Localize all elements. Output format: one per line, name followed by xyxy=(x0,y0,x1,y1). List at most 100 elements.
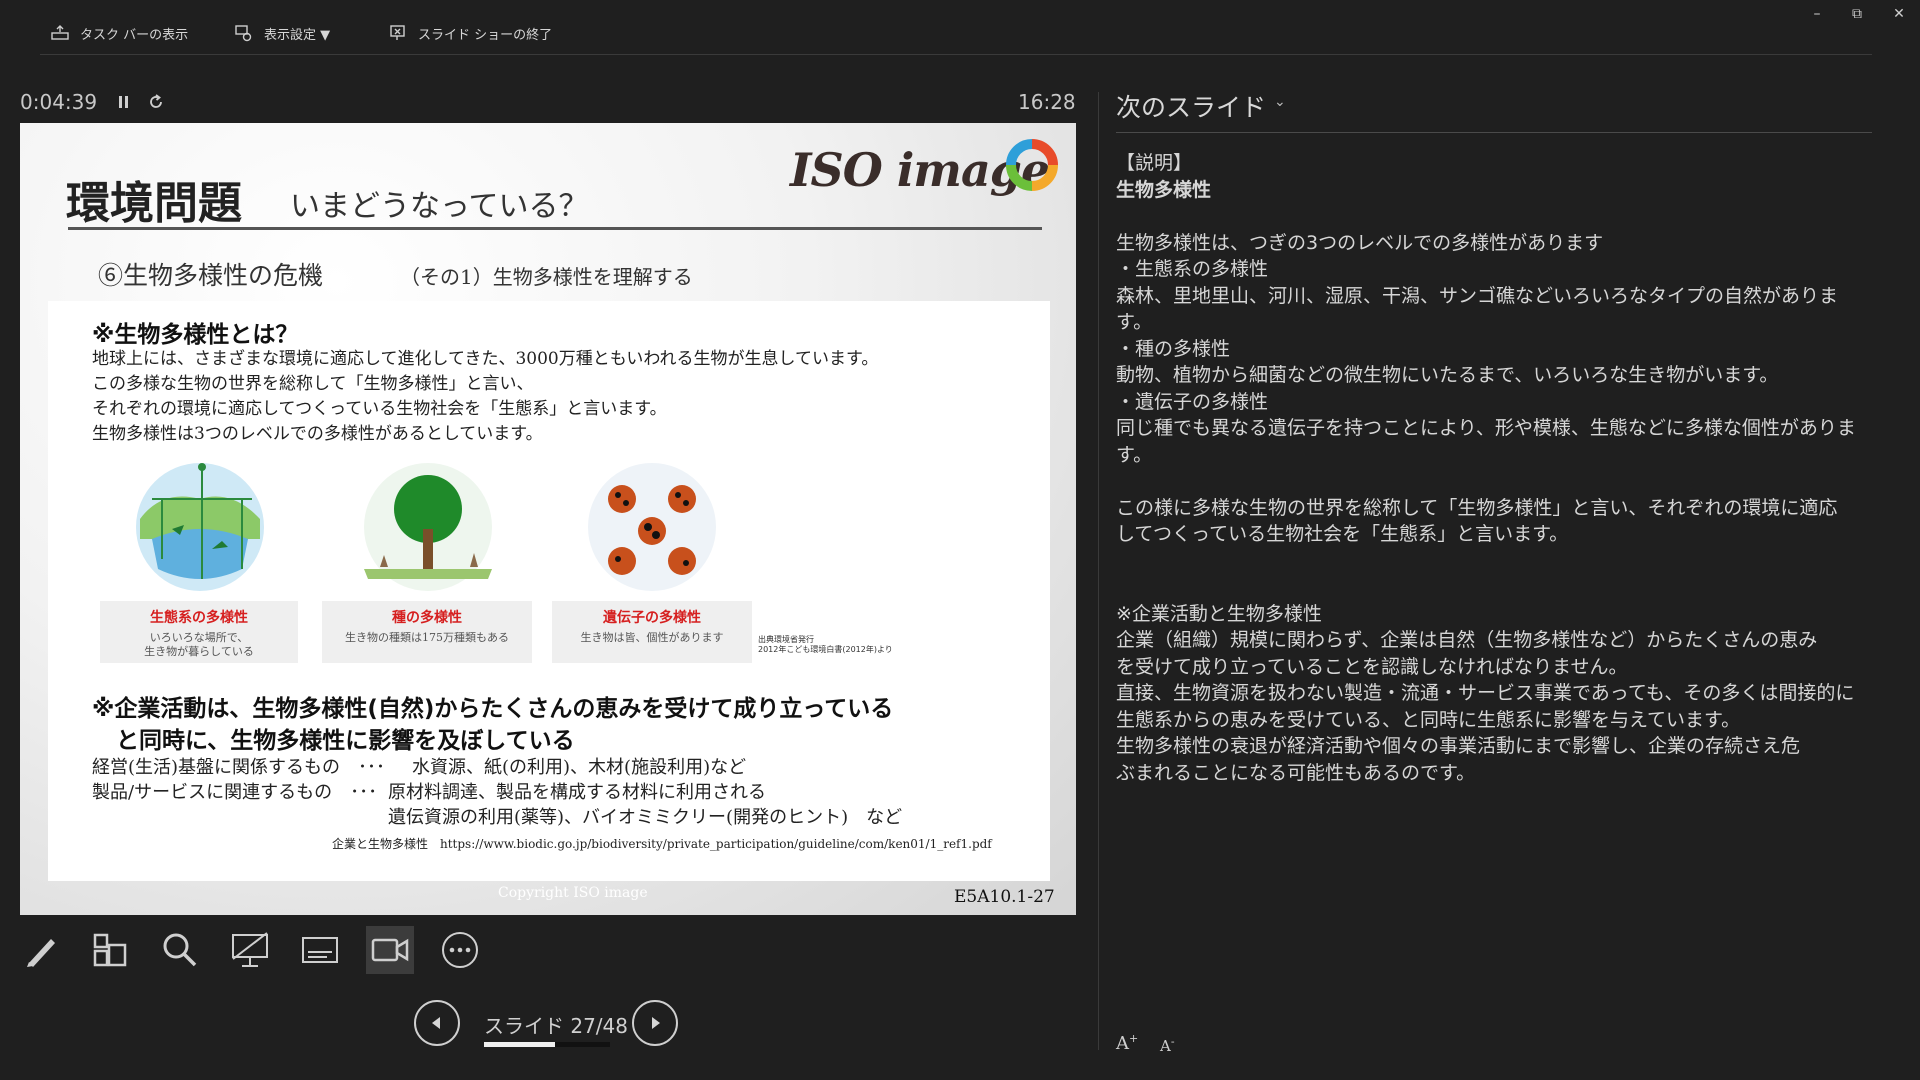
pause-icon[interactable] xyxy=(114,92,134,112)
zoom-button[interactable] xyxy=(156,926,204,974)
notes-line: 同じ種でも異なる遺伝子を持つことにより、形や模様、生態などに多様な個性がありま xyxy=(1116,417,1856,439)
biodiversity-heading: ※生物多様性とは？ xyxy=(92,322,299,348)
notes-line: ※企業活動と生物多様性 xyxy=(1116,602,1322,625)
notes-line: を受けて成り立っていることを認識しなければなりません。 xyxy=(1116,655,1628,678)
display-settings-label: 表示設定 ▼ xyxy=(264,27,331,43)
show-taskbar-label: タスク バーの表示 xyxy=(80,27,189,43)
subtitles-icon xyxy=(302,937,338,963)
slide-title: 環境問題 xyxy=(66,178,242,229)
corporate-heading-line: ※企業活動は、生物多様性(自然)からたくさんの恵みを受けて成り立っている xyxy=(92,696,894,722)
list-value: 水資源、紙(の利用)、木材(施設利用)など xyxy=(412,757,747,778)
more-options-button[interactable] xyxy=(436,926,484,974)
prev-icon xyxy=(432,1017,440,1029)
next-slide-header[interactable]: 次のスライド xyxy=(1116,88,1266,124)
black-screen-button[interactable] xyxy=(226,926,274,974)
next-icon xyxy=(652,1017,660,1029)
source-note-line: 2012年こども環境白書(2012年)より xyxy=(758,645,893,654)
increase-font-button[interactable]: A+ xyxy=(1116,1032,1138,1054)
notes-line: 直接、生物資源を扱わない製造・流通・サービス事業であっても、その多くは間接的に xyxy=(1116,682,1855,704)
copyright: Copyright ISO image xyxy=(498,885,648,901)
gene-caption: 遺伝子の多様性 生き物は皆、個性があります xyxy=(552,601,752,663)
slide-section-title: ⑥生物多様性の危機 xyxy=(98,261,324,290)
notes-line: 森林、里地里山、河川、湿原、干潟、サンゴ礁などいろいろなタイプの自然があります。 xyxy=(1116,284,1839,334)
caption-title: 遺伝子の多様性 xyxy=(603,610,701,626)
current-slide: 環境問題 いまどうなっている？ ISO image ⑥生物多様性の危機 （その1… xyxy=(20,123,1076,915)
end-slideshow-label: スライド ショーの終了 xyxy=(418,27,553,43)
caption-text: 生き物が暮らしている xyxy=(144,645,254,658)
slide-progress-fill xyxy=(484,1042,555,1047)
species-caption: 種の多様性 生き物の種類は175万種類もある xyxy=(322,601,532,663)
notes-line xyxy=(1116,203,1868,230)
iso-image-logo: ISO image xyxy=(790,135,1060,205)
speaker-notes[interactable]: 【説明】 生物多様性 生物多様性は、つぎの3つのレベルでの多様性があります ・生態系の… xyxy=(1116,150,1868,786)
notes-line xyxy=(1116,574,1868,601)
previous-slide-button[interactable] xyxy=(414,1000,460,1046)
biodiversity-body: 地球上には、さまざまな環境に適応して進化してきた、3000万種ともいわれる生物が… xyxy=(92,347,878,447)
caption-text: 生き物の種類は175万種類もある xyxy=(345,631,509,644)
taskbar-icon xyxy=(51,25,69,40)
ecosystem-caption: 生態系の多様性 いろいろな場所で、 生き物が暮らしている xyxy=(100,601,298,663)
minimize-button[interactable]: – xyxy=(1802,4,1832,24)
notes-line: 企業（組織）規模に関わらず、企業は自然（生物多様性など）からたくさんの恵み xyxy=(1116,629,1818,651)
notes-line: 生態系からの恵みを受けている、と同時に生態系に影響を与えています。 xyxy=(1116,708,1741,731)
caption-title: 種の多様性 xyxy=(392,610,462,626)
list-key: 経営(生活)基盤に関係するもの ･･･ xyxy=(92,757,386,778)
screen-icon xyxy=(232,932,268,967)
see-all-slides-button[interactable] xyxy=(86,926,134,974)
body-line: 生物多様性は3つのレベルでの多様性があるとしています。 xyxy=(92,424,543,444)
decrease-font-button[interactable]: A- xyxy=(1160,1035,1175,1055)
list-value: 原材料調達、製品を構成する材料に利用される xyxy=(388,782,766,803)
notes-line: 【説明】 xyxy=(1116,152,1193,174)
presenter-toolbar: タスク バーの表示 表示設定 ▼ スライド ショーの終了 xyxy=(0,0,1920,60)
subtitles-button[interactable] xyxy=(296,926,344,974)
end-show-icon xyxy=(390,25,405,40)
slide-section-subtitle: （その1）生物多様性を理解する xyxy=(400,265,693,289)
list-key: 製品/サービスに関連するもの ･･･ xyxy=(92,782,378,803)
slide-counter[interactable]: スライド 27/48 xyxy=(484,1010,628,1039)
decrease-font-icon: A xyxy=(1160,1037,1171,1055)
pen-tool-button[interactable] xyxy=(18,926,66,974)
notes-line xyxy=(1116,468,1868,495)
zoom-icon xyxy=(163,933,197,967)
notes-line: す。 xyxy=(1116,443,1153,466)
display-settings-icon xyxy=(235,25,252,42)
pane-divider[interactable] xyxy=(1098,92,1099,1050)
notes-line: ・生態系の多様性 xyxy=(1116,258,1269,280)
caption-title: 生態系の多様性 xyxy=(150,610,248,626)
body-line: 地球上には、さまざまな環境に適応して進化してきた、3000万種ともいわれる生物が… xyxy=(92,349,879,369)
caption-text: 生き物は皆、個性があります xyxy=(580,631,724,644)
corporate-heading-line: と同時に、生物多様性に影響を及ぼしている xyxy=(116,728,575,754)
close-button[interactable]: ✕ xyxy=(1884,4,1914,24)
list-value: 遺伝資源の利用(薬等)、バイオミミクリー(開発のヒント) など xyxy=(388,807,903,828)
restore-button[interactable]: ⧉ xyxy=(1842,4,1872,24)
caption-text: いろいろな場所で、 xyxy=(149,631,249,644)
end-slideshow-button[interactable]: スライド ショーの終了 xyxy=(388,22,552,44)
notes-line: 生物多様性 xyxy=(1116,178,1212,201)
show-taskbar-button[interactable]: タスク バーの表示 xyxy=(50,22,188,44)
species-illustration xyxy=(364,463,492,591)
elapsed-timer: 0:04:39 xyxy=(20,90,98,114)
all-slides-icon xyxy=(93,933,127,967)
notes-line: してつくっている生物社会を「生態系」と言います。 xyxy=(1116,523,1569,545)
notes-line: 生物多様性の衰退が経済活動や個々の事業活動にまで影響し、企業の存続さえ危 xyxy=(1116,735,1801,757)
camera-toggle-button[interactable] xyxy=(366,926,414,974)
source-note: 出典環境省発行 2012年こども環境白書(2012年)より xyxy=(758,635,893,655)
corporate-heading: ※企業活動は、生物多様性(自然)からたくさんの恵みを受けて成り立っている と同時… xyxy=(92,693,893,757)
next-slide-button[interactable] xyxy=(632,1000,678,1046)
more-icon xyxy=(442,932,478,968)
reference-url: 企業と生物多様性 https://www.biodic.go.jp/biodiv… xyxy=(332,837,992,851)
source-note-line: 出典環境省発行 xyxy=(758,635,814,644)
current-time: 16:28 xyxy=(1018,90,1076,114)
logo-ring-icon xyxy=(1006,139,1058,191)
slide-subtitle: いまどうなっている？ xyxy=(290,189,589,224)
notes-line xyxy=(1116,548,1868,575)
notes-line: ・遺伝子の多様性 xyxy=(1116,390,1269,413)
camera-icon xyxy=(371,938,409,962)
slide-code: E5A10.1-27 xyxy=(954,887,1055,907)
reset-icon[interactable] xyxy=(146,92,166,112)
chevron-down-icon[interactable]: ⌄ xyxy=(1274,94,1286,110)
body-line: この多様な生物の世界を総称して「生物多様性」と言い、 xyxy=(92,374,534,394)
title-rule xyxy=(68,227,1042,230)
display-settings-button[interactable]: 表示設定 ▼ xyxy=(234,22,330,44)
toolbar-divider xyxy=(40,54,1872,55)
